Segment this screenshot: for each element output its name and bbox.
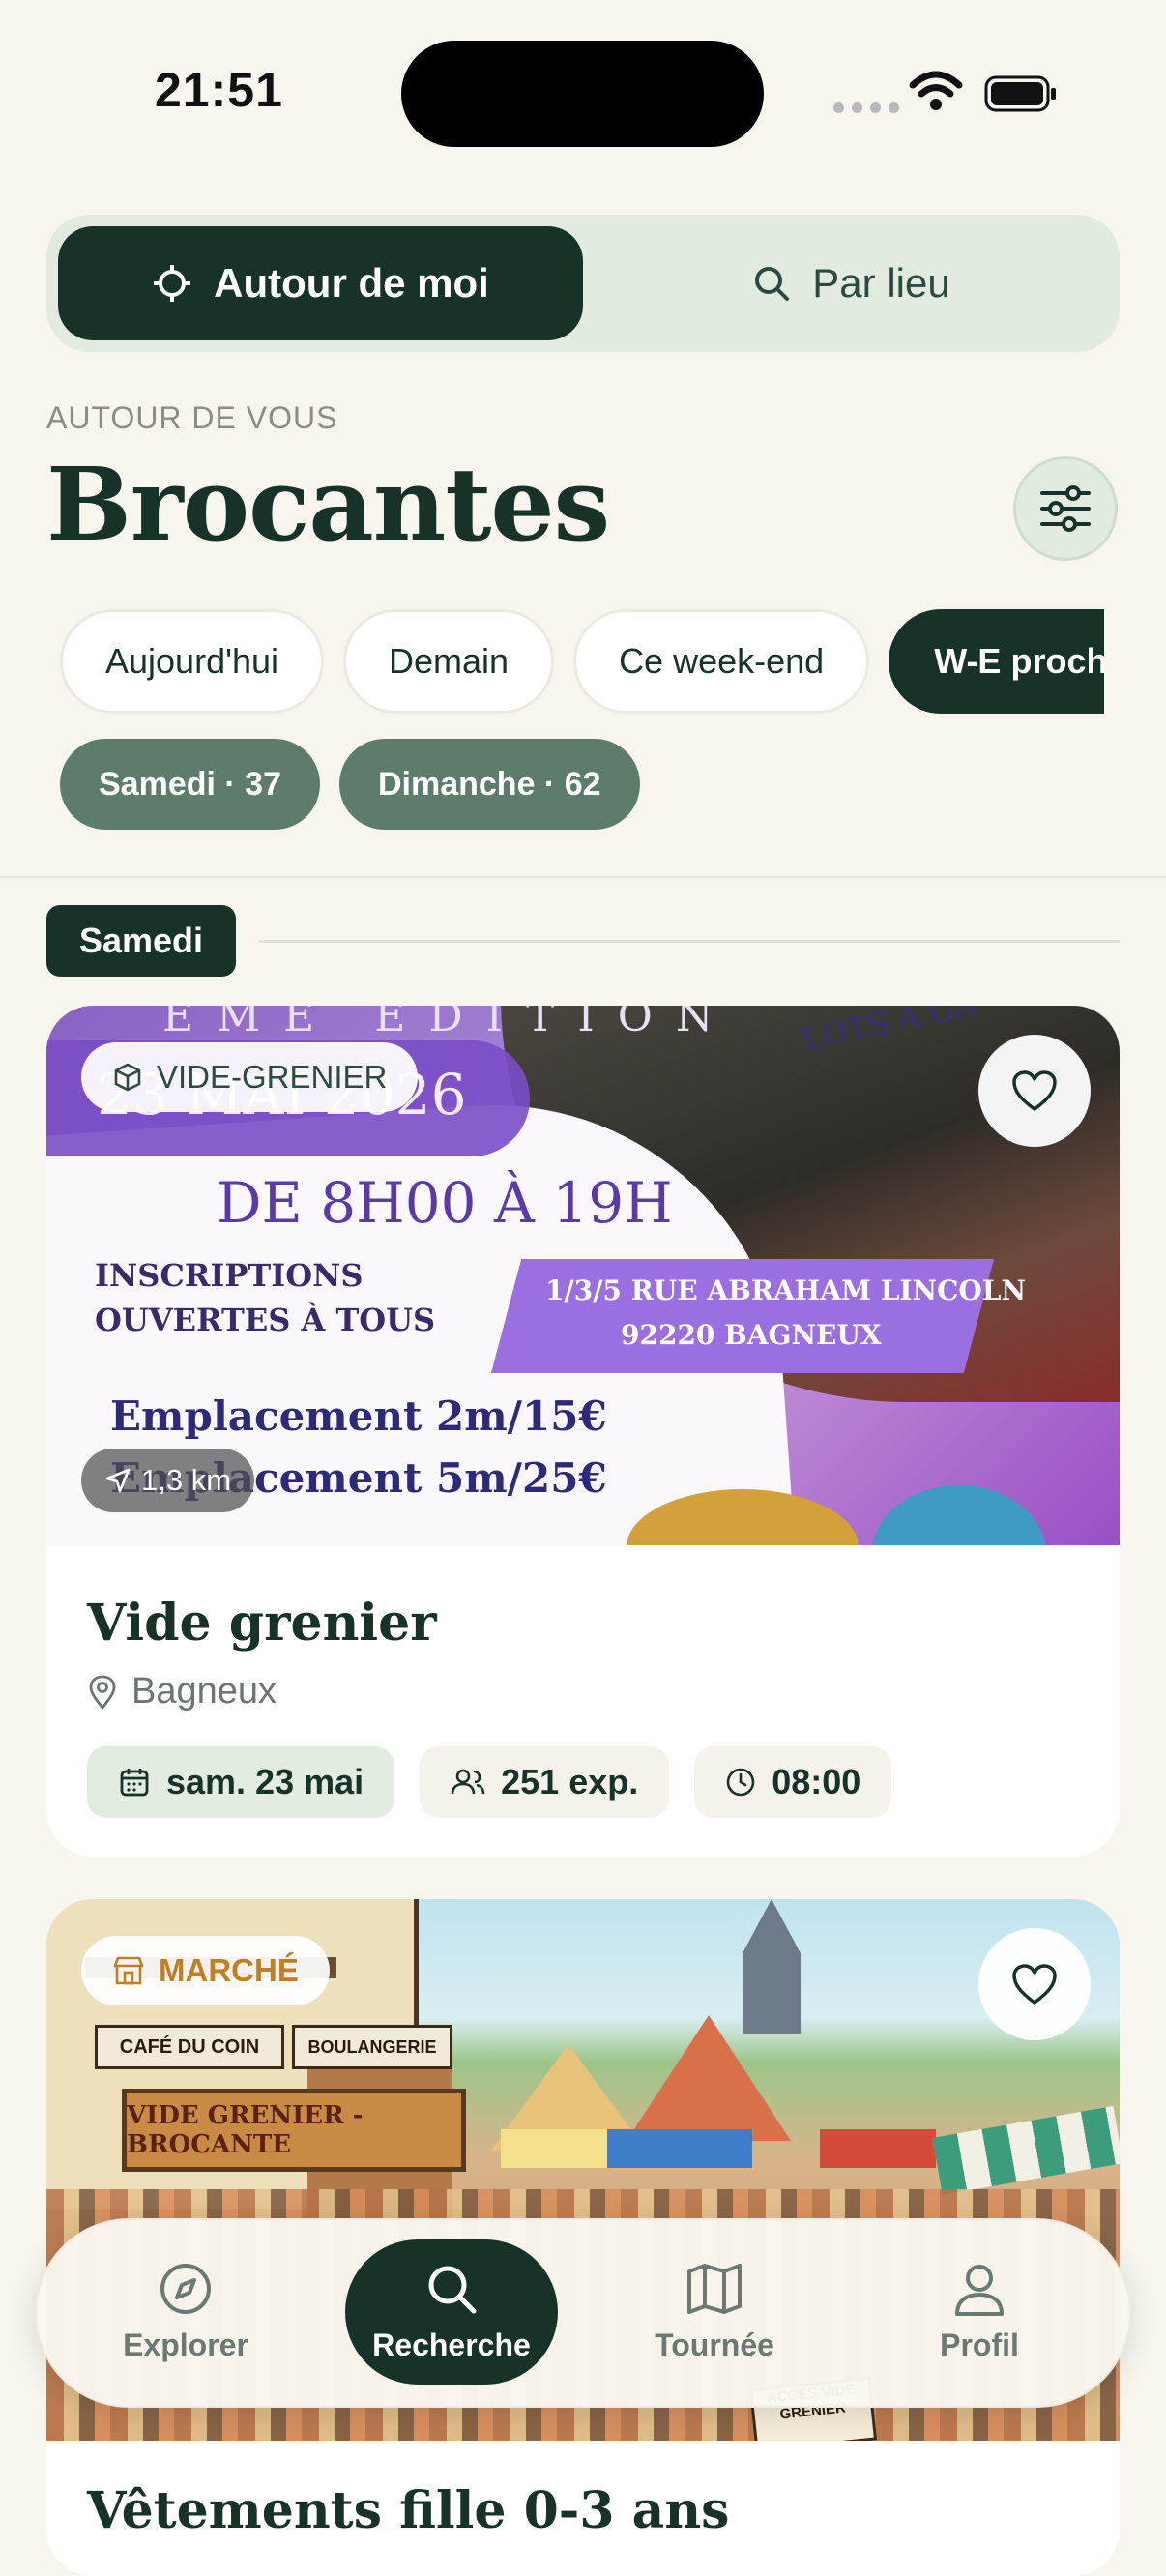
nav-explorer-label: Explorer [123,2327,248,2362]
user-icon [955,2264,1004,2316]
event-title: Vide grenier [87,1594,437,1653]
day-filter-chips: Samedi · 37 Dimanche · 62 [60,739,640,830]
chip-this-weekend[interactable]: Ce week-end [573,609,870,714]
poster-city-text: 92220 BAGNEUX [621,1319,882,1351]
favorite-button[interactable] [978,1928,1091,2040]
event-exhibitors-tag: 251 exp. [420,1746,670,1818]
store-icon [113,1956,144,1985]
navigation-arrow-icon [105,1468,131,1493]
divider [0,876,1166,878]
event-date-tag: sam. 23 mai [87,1746,395,1818]
event-time-tag: 08:00 [694,1746,892,1818]
heart-icon [1012,1070,1057,1111]
section-rule [259,940,1120,943]
event-time-label: 08:00 [772,1762,861,1801]
search-icon [428,2266,477,2313]
nav-tour[interactable]: Tournée [608,2239,821,2385]
event-title: Vêtements fille 0-3 ans [87,2481,730,2540]
search-icon [755,267,790,301]
chip-sunday[interactable]: Dimanche · 62 [338,739,640,830]
event-date-label: sam. 23 mai [166,1762,364,1801]
section-header-saturday: Samedi [46,905,236,977]
map-pin-icon [89,1675,116,1710]
status-time: 21:51 [155,63,283,117]
tab-by-place-label: Par lieu [812,260,950,306]
chip-today[interactable]: Aujourd'hui [60,609,324,714]
users-icon [451,1769,485,1795]
chip-tomorrow[interactable]: Demain [343,609,555,714]
clock-icon [726,1768,755,1797]
page-title: Brocantes [46,445,610,564]
nav-profile-label: Profil [940,2327,1019,2362]
signal-icon [833,102,899,113]
map-icon [687,2263,742,2314]
dynamic-island [401,41,764,147]
heart-icon [1012,1964,1057,2005]
tab-around-me-label: Autour de moi [214,260,489,306]
chip-saturday[interactable]: Samedi · 37 [60,739,320,830]
poster-inscriptions-text: INSCRIPTIONS [95,1257,364,1294]
category-badge-label: MARCHÉ [159,1952,299,1988]
poster-boulangerie-text: BOULANGERIE [292,2025,452,2069]
chip-next-weekend[interactable]: W-E prochain [889,609,1104,714]
event-exhibitors-label: 251 exp. [501,1762,639,1801]
section-eyebrow: AUTOUR DE VOUS [46,400,338,435]
category-badge: VIDE-GRENIER [81,1042,419,1112]
event-location: Bagneux [87,1671,277,1712]
box-icon [114,1063,141,1092]
sliders-icon [1040,485,1091,532]
favorite-button[interactable] [978,1035,1091,1147]
poster-cafe-text: CAFÉ DU COIN [95,2025,284,2069]
nav-profile[interactable]: Profil [873,2239,1086,2385]
tab-around-me[interactable]: Autour de moi [58,226,583,340]
distance-badge: 1,3 km [81,1449,255,1512]
nav-search[interactable]: Recherche [345,2239,558,2385]
poster-hours-text: DE 8H00 À 19H [217,1170,673,1236]
locate-icon [154,265,191,302]
poster-edition-text: ÈME ÉDITION [162,1006,737,1041]
calendar-icon [120,1769,149,1797]
category-badge-label: VIDE-GRENIER [157,1059,388,1095]
event-location-label: Bagneux [131,1671,277,1712]
distance-label: 1,3 km [141,1463,232,1497]
compass-icon [160,2263,211,2314]
poster-open-text: OUVERTES À TOUS [95,1302,436,1338]
nav-tour-label: Tournée [655,2327,774,2362]
poster-sign-text: VIDE GRENIER - BROCANTE [122,2089,466,2172]
filter-button[interactable] [1013,456,1118,561]
poster-address-text: 1/3/5 RUE ABRAHAM LINCOLN [545,1274,1027,1306]
event-meta: sam. 23 mai 251 exp. 08:00 [87,1746,892,1818]
wifi-icon [909,71,963,110]
tab-by-place[interactable]: Par lieu [595,226,1108,340]
category-badge: MARCHÉ [81,1936,330,2005]
battery-icon [984,75,1056,112]
date-filter-chips: Aujourd'hui Demain Ce week-end W-E proch… [60,609,1104,717]
event-card[interactable]: ÈME ÉDITION 23 MAI 2026 LOTS À GA DE 8H0… [46,1006,1120,1857]
nav-explorer[interactable]: Explorer [79,2239,292,2385]
event-poster-image: ÈME ÉDITION 23 MAI 2026 LOTS À GA DE 8H0… [46,1006,1120,1545]
nav-search-label: Recherche [372,2327,531,2362]
poster-price1-text: Emplacement 2m/15€ [110,1392,607,1440]
